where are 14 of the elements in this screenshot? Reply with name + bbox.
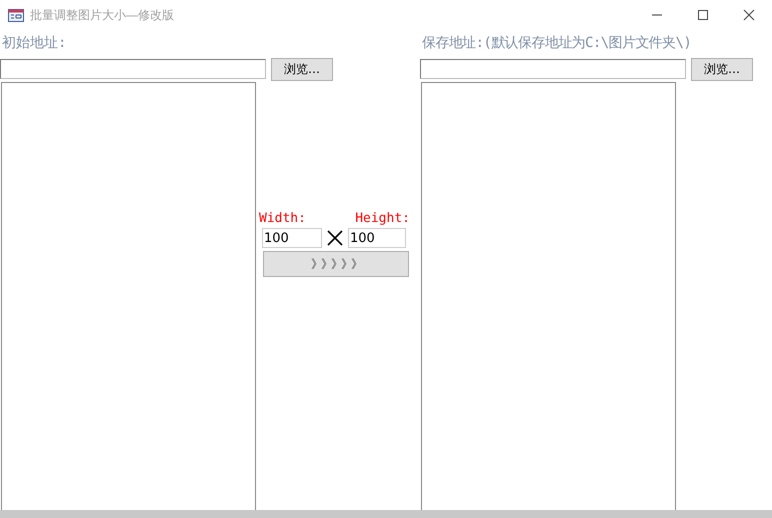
app-icon [8, 8, 24, 22]
convert-button[interactable]: 》》》》》 [263, 251, 409, 277]
target-label: 保存地址:(默认保存地址为C:\图片文件夹\) [422, 36, 692, 50]
height-label: Height: [355, 212, 410, 225]
source-label: 初始地址: [2, 36, 68, 50]
browse-button[interactable]: 浏览… [271, 58, 333, 80]
height-field[interactable]: 100 [348, 228, 406, 248]
width-field[interactable]: 100 [262, 228, 322, 248]
window-title: 批量调整图片大小—修改版 [30, 7, 174, 24]
target-path-field[interactable] [420, 59, 686, 79]
multiply-icon [327, 230, 343, 246]
source-path-field[interactable] [0, 59, 266, 79]
browse-button[interactable]: 浏览… [691, 58, 753, 80]
width-label: Width: [259, 212, 306, 225]
